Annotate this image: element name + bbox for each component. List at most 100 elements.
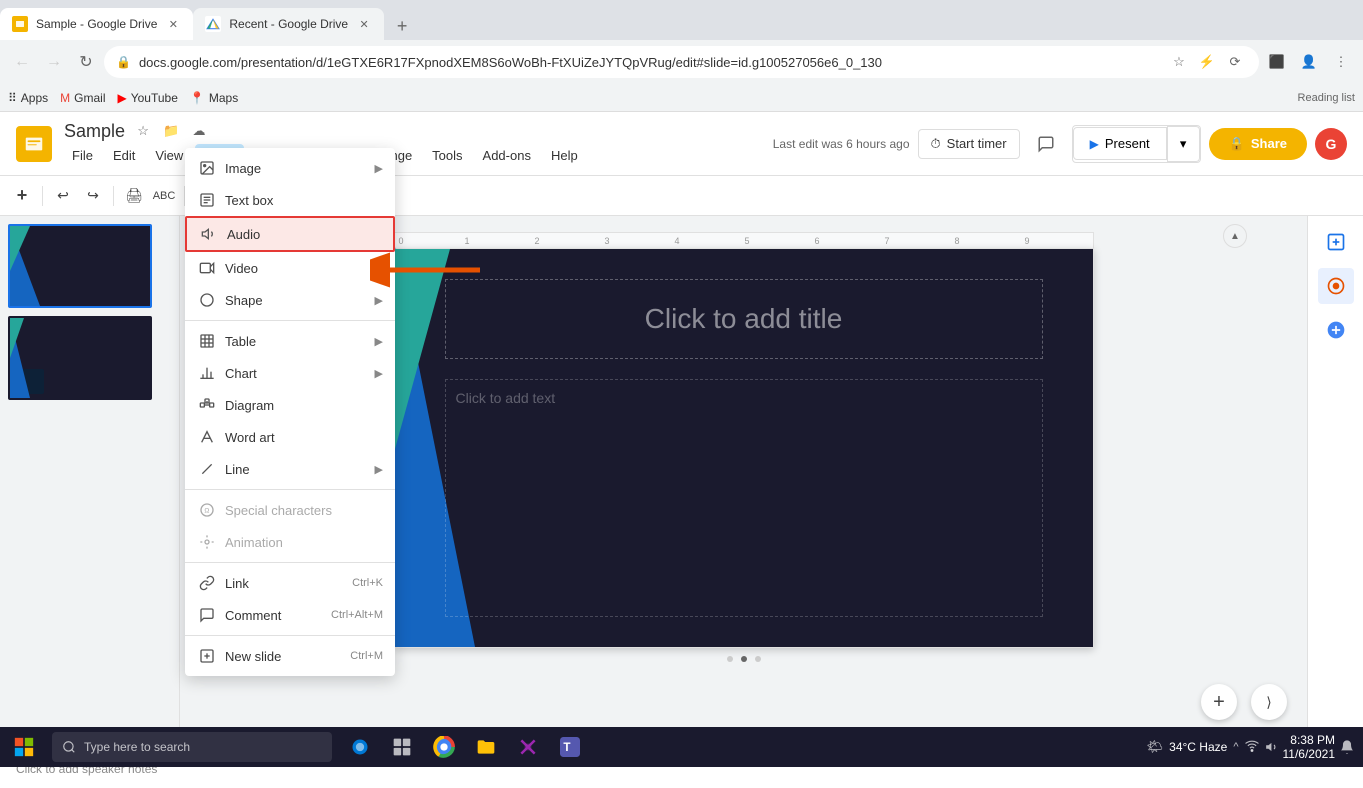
tab-sample[interactable]: Sample - Google Drive ✕ (0, 8, 193, 40)
app-logo (16, 126, 52, 162)
star-icon[interactable]: ☆ (133, 121, 153, 141)
address-bar[interactable]: 🔒 docs.google.com/presentation/d/1eGTXE6… (104, 46, 1259, 78)
present-section: ▶ Present ▾ (1072, 125, 1201, 163)
menu-item-comment[interactable]: Comment Ctrl+Alt+M (185, 599, 395, 631)
back-button[interactable]: ← (8, 48, 36, 76)
system-tray-expand[interactable]: ^ (1233, 741, 1238, 753)
sync-icon[interactable]: ⟳ (1223, 50, 1247, 74)
bookmark-youtube[interactable]: ▶ YouTube (118, 91, 178, 105)
gmail-icon: M (60, 91, 70, 105)
reload-button[interactable]: ↻ (72, 48, 100, 76)
folder-icon[interactable]: 📁 (161, 121, 181, 141)
bookmarks-bar: ⠿ Apps M Gmail ▶ YouTube 📍 Maps Reading … (0, 84, 1363, 112)
profile-icon[interactable]: 👤 (1295, 48, 1323, 76)
ruler-4: 4 (675, 236, 680, 246)
toolbar-spellcheck-btn[interactable]: ABC (150, 182, 178, 210)
cloud-icon[interactable]: ☁ (189, 121, 209, 141)
toolbar-undo-btn[interactable]: ↩ (49, 182, 77, 210)
menu-item-video[interactable]: Video (185, 252, 395, 284)
divider-1 (185, 320, 395, 321)
add-slide-button[interactable]: + (1201, 684, 1237, 720)
taskbar-files[interactable] (466, 727, 506, 767)
new-tab-button[interactable]: + (388, 12, 416, 40)
toolbar-add-btn[interactable]: + (8, 182, 36, 210)
expand-button[interactable]: ⟩ (1251, 684, 1287, 720)
sidebar-theme-btn[interactable] (1318, 268, 1354, 304)
menu-file[interactable]: File (64, 144, 101, 167)
bookmark-gmail[interactable]: M Gmail (60, 91, 105, 105)
menu-item-table[interactable]: Table ▶ (185, 325, 395, 357)
menu-item-audio[interactable]: Audio (185, 216, 395, 252)
notification-icon[interactable] (1339, 739, 1355, 755)
svg-text:T: T (563, 741, 570, 754)
forward-button[interactable]: → (40, 48, 68, 76)
nav-dot-3 (755, 656, 761, 662)
share-label: Share (1251, 136, 1287, 151)
reading-list-btn[interactable]: Reading list (1298, 92, 1355, 104)
comment-button[interactable] (1028, 126, 1064, 162)
menu-edit[interactable]: Edit (105, 144, 143, 167)
browser-menu-button[interactable]: ⋮ (1327, 48, 1355, 76)
present-dropdown-button[interactable]: ▾ (1168, 126, 1200, 162)
taskbar-search-bar[interactable]: Type here to search (52, 732, 332, 762)
menu-item-shape[interactable]: Shape ▶ (185, 284, 395, 316)
taskbar-cortana[interactable] (340, 727, 380, 767)
slide-text-placeholder[interactable]: Click to add text (445, 379, 1043, 617)
user-avatar[interactable]: G (1315, 128, 1347, 160)
tab-close-btn[interactable]: ✕ (165, 16, 181, 32)
tab-recent[interactable]: Recent - Google Drive ✕ (193, 8, 384, 40)
volume-icon (1265, 740, 1279, 754)
chevron-up-icon: ▲ (1230, 231, 1240, 242)
slide-2-thumb[interactable] (8, 316, 152, 400)
new-slide-icon (197, 646, 217, 666)
sidebar-google-btn[interactable] (1318, 312, 1354, 348)
slide1-deco-teal (10, 226, 30, 271)
bookmark-apps[interactable]: ⠿ Apps (8, 91, 48, 105)
collapse-panel-btn[interactable]: ▲ (1223, 224, 1247, 248)
menu-item-new-slide[interactable]: New slide Ctrl+M (185, 640, 395, 672)
menu-item-chart[interactable]: Chart ▶ (185, 357, 395, 389)
bookmark-maps[interactable]: 📍 Maps (190, 91, 238, 105)
ruler-3: 3 (605, 236, 610, 246)
menu-item-diagram[interactable]: Diagram (185, 389, 395, 421)
menu-help[interactable]: Help (543, 144, 586, 167)
menu-new-slide-shortcut: Ctrl+M (350, 650, 383, 662)
slide-title-placeholder[interactable]: Click to add title (445, 279, 1043, 359)
tab-recent-close-btn[interactable]: ✕ (356, 16, 372, 32)
bookmark-icon[interactable]: ☆ (1167, 50, 1191, 74)
taskbar-clock[interactable]: 8:38 PM 11/6/2021 (1283, 733, 1336, 761)
chart-icon (197, 363, 217, 383)
taskbar-right: 🌤 34°C Haze ^ 8:38 PM 11/6/2021 (1147, 733, 1363, 761)
timer-icon: ⏱ (931, 136, 941, 152)
taskbar-view[interactable] (382, 727, 422, 767)
address-icons: ☆ ⚡ ⟳ (1167, 50, 1247, 74)
toolbar-print-btn[interactable]: 🖨 (120, 182, 148, 210)
menu-link-shortcut: Ctrl+K (352, 577, 383, 589)
taskbar-time: 8:38 PM (1283, 733, 1336, 747)
extensions-button[interactable]: ⬛ (1263, 48, 1291, 76)
taskbar-teams[interactable]: T (550, 727, 590, 767)
menu-item-line[interactable]: Line ▶ (185, 453, 395, 485)
line-icon (197, 459, 217, 479)
start-button[interactable] (0, 727, 48, 767)
menu-item-textbox[interactable]: Text box (185, 184, 395, 216)
menu-item-link[interactable]: Link Ctrl+K (185, 567, 395, 599)
slide-1-thumb[interactable] (8, 224, 152, 308)
lock-icon: 🔒 (116, 55, 131, 69)
menu-chart-label: Chart (225, 366, 375, 381)
menu-comment-label: Comment (225, 608, 323, 623)
sidebar-insert-btn[interactable] (1318, 224, 1354, 260)
menu-item-wordart[interactable]: Word art (185, 421, 395, 453)
menu-addons[interactable]: Add-ons (475, 144, 539, 167)
toolbar-redo-btn[interactable]: ↪ (79, 182, 107, 210)
share-button[interactable]: 🔒 Share (1209, 128, 1307, 160)
taskbar-chrome[interactable] (424, 727, 464, 767)
audio-icon (199, 224, 219, 244)
menu-tools[interactable]: Tools (424, 144, 470, 167)
present-button[interactable]: ▶ Present (1073, 127, 1167, 160)
slide-2-bg (10, 318, 150, 398)
taskbar-snipping[interactable] (508, 727, 548, 767)
start-timer-button[interactable]: ⏱ Start timer (918, 129, 1020, 159)
menu-item-image[interactable]: Image ▶ (185, 152, 395, 184)
extensions-icon[interactable]: ⚡ (1195, 50, 1219, 74)
